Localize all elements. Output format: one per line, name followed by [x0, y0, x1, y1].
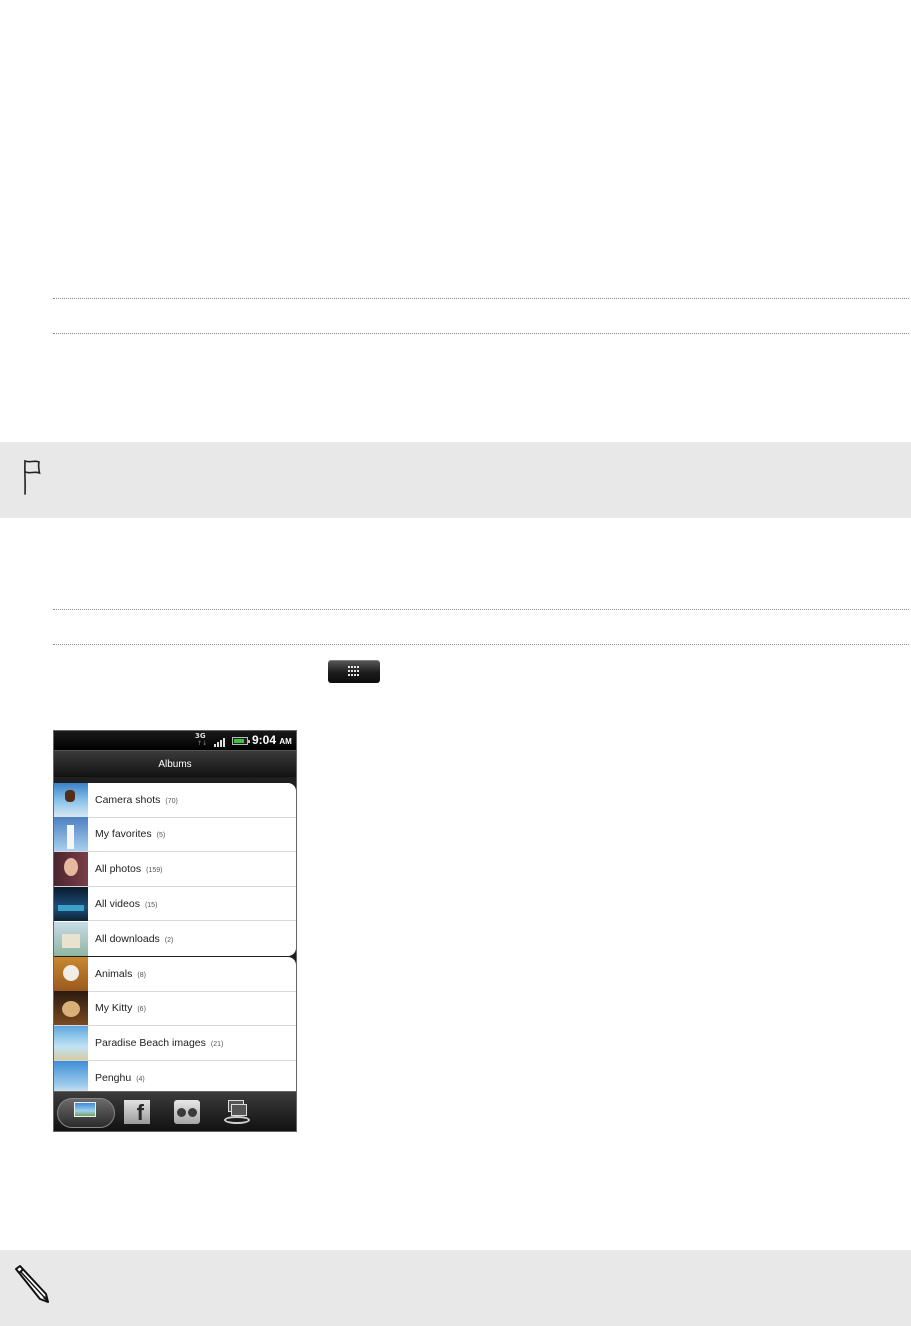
battery-icon	[232, 737, 250, 745]
section-divider	[53, 333, 909, 334]
album-name: Camera shots	[95, 793, 161, 806]
section-divider	[53, 644, 909, 645]
albums-list[interactable]: Camera shots (70) My favorites (5) All photo…	[54, 777, 296, 1091]
data-activity-icon: ↑↓	[197, 740, 208, 747]
flickr-icon[interactable]	[174, 1100, 200, 1124]
pencil-icon	[15, 1265, 49, 1303]
albums-icon[interactable]	[74, 1102, 96, 1117]
album-name: My Kitty	[95, 1002, 133, 1015]
albums-title: Albums	[54, 750, 296, 777]
note-band	[0, 1250, 911, 1326]
album-row[interactable]: My Kitty (6)	[54, 991, 296, 1027]
album-count: (15)	[144, 901, 158, 909]
album-thumbnail	[54, 1025, 88, 1060]
album-thumbnail	[54, 886, 88, 921]
album-name: All photos	[95, 862, 142, 875]
album-thumbnail	[54, 957, 88, 991]
album-thumbnail	[54, 921, 88, 956]
album-row[interactable]: Animals (8)	[54, 957, 296, 992]
friend-stream-icon[interactable]	[222, 1098, 252, 1126]
flag-icon	[24, 459, 41, 495]
album-row[interactable]: All downloads (2)	[54, 921, 296, 956]
section-divider	[53, 298, 909, 299]
album-thumbnail	[54, 783, 88, 817]
tip-band	[0, 442, 911, 518]
clock: 9:04 AM	[252, 733, 292, 747]
status-bar: 3G ↑↓ 9:04 AM	[54, 731, 296, 750]
album-row[interactable]: Camera shots (70)	[54, 783, 296, 818]
album-name: Animals	[95, 967, 133, 980]
section-divider	[53, 609, 909, 610]
phone-screenshot: 3G ↑↓ 9:04 AM Albums Camera shots (70) My …	[53, 730, 297, 1132]
album-count: (70)	[165, 797, 178, 805]
menu-grid-icon	[348, 666, 360, 677]
facebook-icon[interactable]: f	[124, 1100, 150, 1124]
album-count: (159)	[146, 866, 163, 874]
album-row[interactable]: All videos (15)	[54, 886, 296, 922]
album-name: All videos	[95, 897, 140, 910]
album-name: Paradise Beach images	[95, 1036, 206, 1049]
album-row[interactable]: My favorites (5)	[54, 817, 296, 853]
album-thumbnail	[54, 817, 88, 852]
album-count: (8)	[137, 971, 146, 979]
album-thumbnail	[54, 851, 88, 886]
album-row[interactable]: All photos (159)	[54, 851, 296, 887]
bottom-tab-bar: f	[54, 1091, 296, 1131]
signal-icon	[214, 736, 227, 747]
menu-key-icon	[328, 660, 380, 683]
album-count: (21)	[210, 1040, 224, 1048]
album-thumbnail	[54, 1061, 88, 1091]
album-count: (5)	[156, 832, 166, 840]
album-name: My favorites	[95, 828, 152, 841]
album-count: (6)	[137, 1006, 146, 1014]
album-row[interactable]: Paradise Beach images (21)	[54, 1025, 296, 1061]
album-thumbnail	[54, 991, 88, 1026]
album-row[interactable]: Penghu (4)	[54, 1061, 296, 1091]
album-count: (2)	[164, 936, 174, 944]
album-group: Animals (8) My Kitty (6) Paradise Beach imag…	[54, 957, 296, 1091]
album-group: Camera shots (70) My favorites (5) All photo…	[54, 783, 296, 956]
album-count: (4)	[136, 1076, 145, 1084]
network-indicator: 3G	[195, 732, 206, 740]
album-name: All downloads	[95, 932, 160, 945]
album-name: Penghu	[95, 1072, 132, 1085]
